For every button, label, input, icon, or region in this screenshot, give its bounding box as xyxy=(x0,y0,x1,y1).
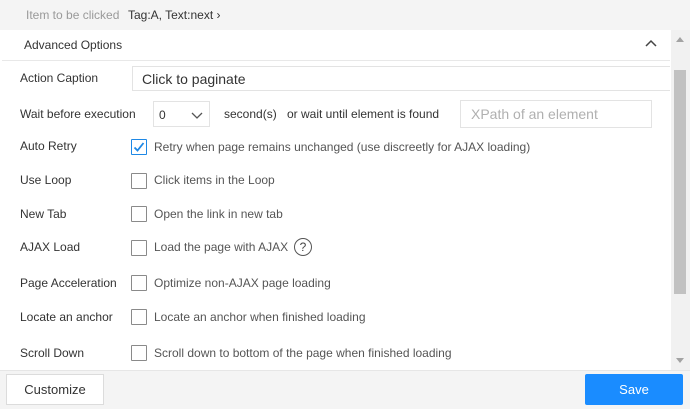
ajax-load-text: Load the page with AJAX xyxy=(154,240,289,254)
action-caption-label: Action Caption xyxy=(20,71,99,85)
advanced-options-header[interactable]: Advanced Options xyxy=(2,30,670,61)
wait-seconds-value: 0 xyxy=(159,108,166,122)
item-info-bar: Item to be clicked Tag:A, Text:next › xyxy=(0,0,690,30)
question-circle-icon[interactable]: ? xyxy=(294,238,312,256)
ajax-load-checkbox[interactable] xyxy=(131,240,147,256)
new-tab-label: New Tab xyxy=(20,207,67,221)
use-loop-text: Click items in the Loop xyxy=(154,173,275,187)
item-value: Tag:A, Text:next › xyxy=(128,8,221,22)
wait-until-text: or wait until element is found xyxy=(287,107,440,121)
save-button[interactable]: Save xyxy=(585,374,683,405)
chevron-up-icon[interactable] xyxy=(643,36,659,52)
wait-seconds-select[interactable]: 0 xyxy=(153,101,210,127)
scrollbar-thumb[interactable] xyxy=(674,70,686,294)
checkmark-icon xyxy=(133,142,145,152)
new-tab-checkbox[interactable] xyxy=(131,206,147,222)
page-acceleration-checkbox[interactable] xyxy=(131,275,147,291)
scroll-down-checkbox[interactable] xyxy=(131,345,147,361)
seconds-unit: second(s) xyxy=(224,107,277,121)
new-tab-text: Open the link in new tab xyxy=(154,207,283,221)
scroll-down-arrow-icon[interactable] xyxy=(676,358,684,363)
auto-retry-label: Auto Retry xyxy=(20,139,77,153)
locate-anchor-checkbox[interactable] xyxy=(131,309,147,325)
customize-button[interactable]: Customize xyxy=(6,374,104,405)
wait-label: Wait before execution xyxy=(20,107,136,121)
xpath-input[interactable] xyxy=(460,100,652,128)
auto-retry-text: Retry when page remains unchanged (use d… xyxy=(154,140,531,154)
scroll-down-text: Scroll down to bottom of the page when f… xyxy=(154,346,452,360)
ajax-load-label: AJAX Load xyxy=(20,240,81,254)
section-title: Advanced Options xyxy=(24,38,123,52)
auto-retry-checkbox[interactable] xyxy=(131,139,147,155)
scroll-down-label: Scroll Down xyxy=(20,346,85,360)
page-acceleration-text: Optimize non-AJAX page loading xyxy=(154,276,331,290)
action-caption-input[interactable] xyxy=(132,66,670,91)
footer-bar: Customize Save xyxy=(0,370,690,409)
locate-anchor-label: Locate an anchor xyxy=(20,310,113,324)
page-acceleration-label: Page Acceleration xyxy=(20,276,117,290)
scroll-up-arrow-icon[interactable] xyxy=(676,37,684,42)
use-loop-label: Use Loop xyxy=(20,173,72,187)
item-label: Item to be clicked xyxy=(26,8,120,22)
vertical-scrollbar[interactable] xyxy=(671,30,690,370)
chevron-down-icon xyxy=(191,112,203,119)
locate-anchor-text: Locate an anchor when finished loading xyxy=(154,310,366,324)
use-loop-checkbox[interactable] xyxy=(131,173,147,189)
